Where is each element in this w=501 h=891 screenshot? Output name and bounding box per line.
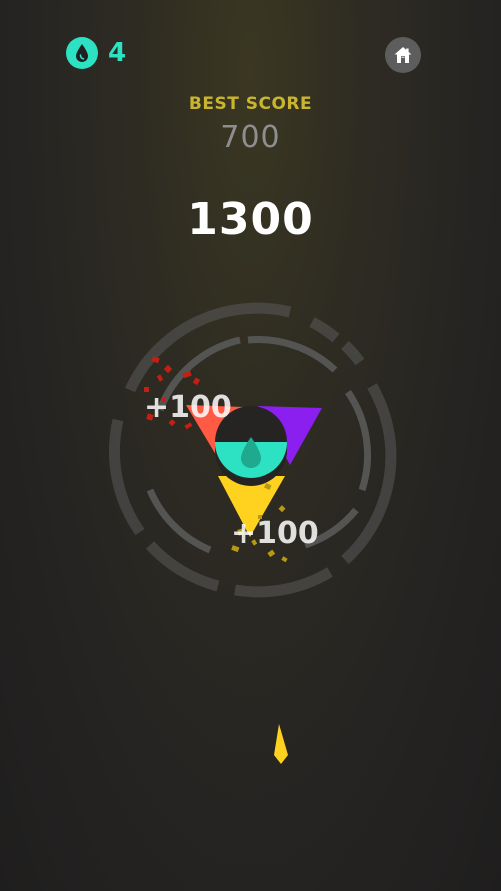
score-popup-left: +100 — [144, 390, 232, 425]
game-field[interactable]: +100 +100 — [0, 0, 501, 891]
player-dart — [274, 724, 288, 764]
score-popup-right: +100 — [231, 516, 319, 551]
